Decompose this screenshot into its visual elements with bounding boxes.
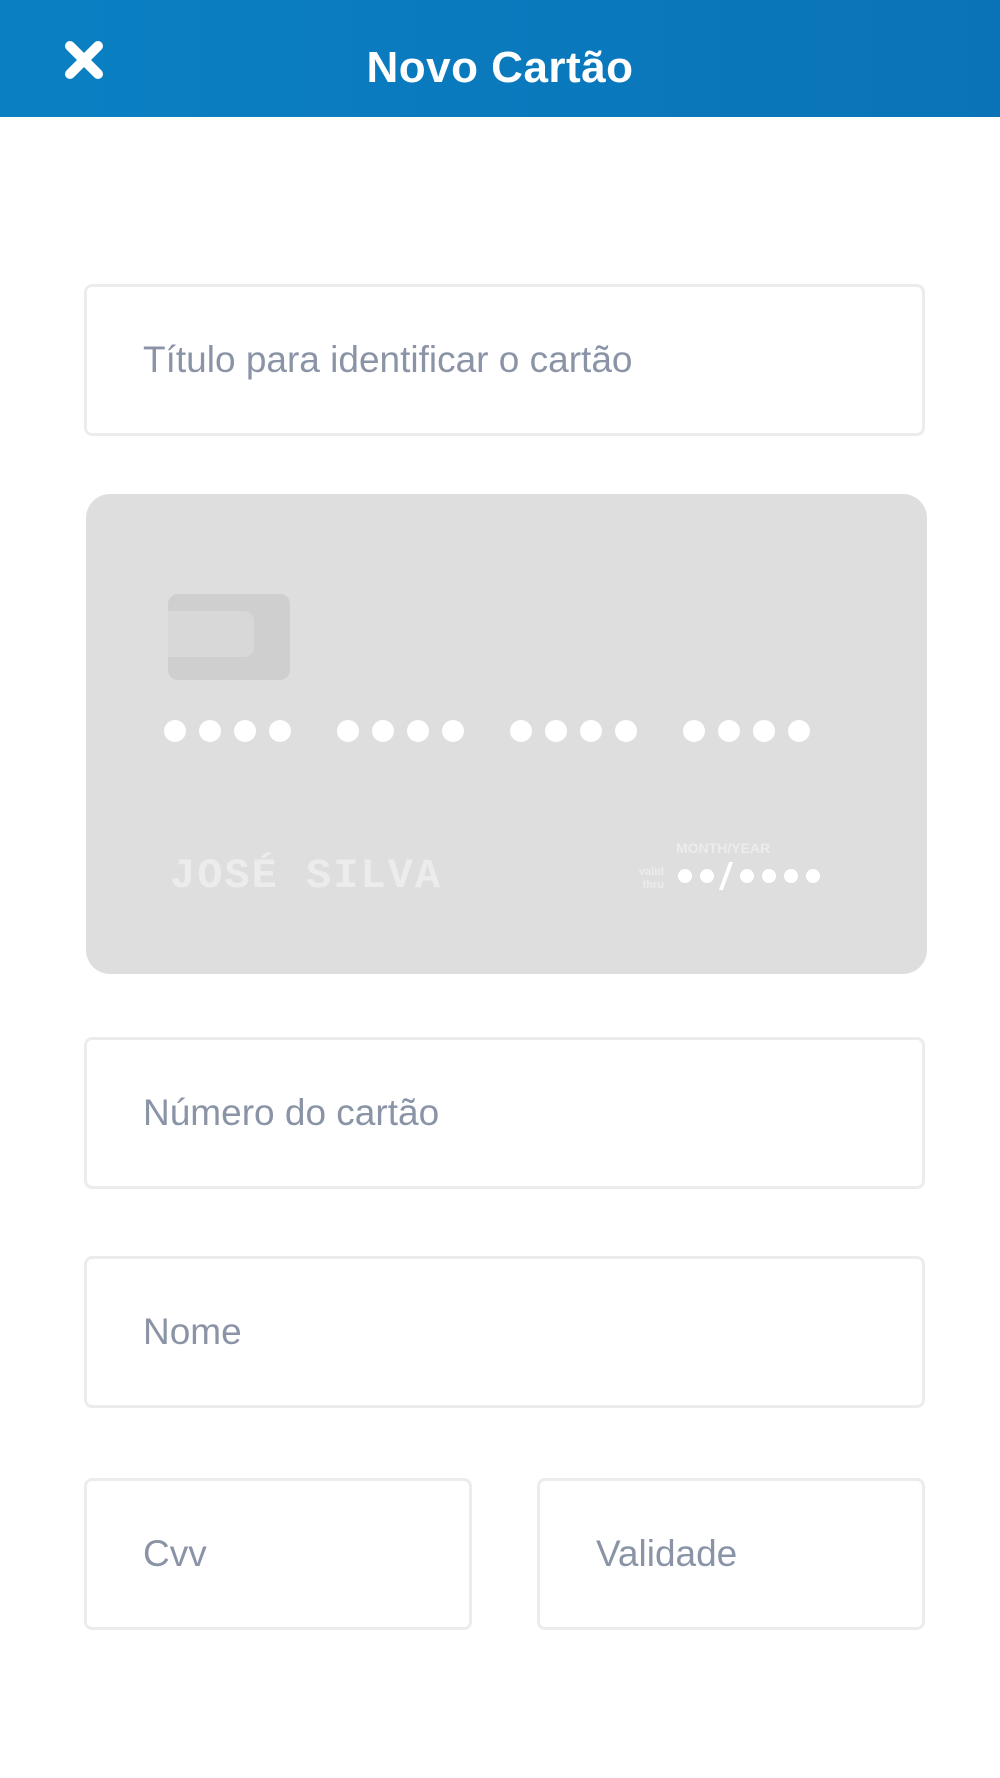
validity-input[interactable] bbox=[540, 1481, 922, 1627]
month-year-label: MONTH/YEAR bbox=[676, 840, 771, 856]
card-title-input[interactable] bbox=[87, 287, 922, 433]
name-field[interactable] bbox=[84, 1256, 925, 1408]
card-number-group bbox=[683, 720, 810, 742]
card-number-group bbox=[337, 720, 464, 742]
card-number-mask bbox=[164, 720, 810, 742]
card-number-input[interactable] bbox=[87, 1040, 922, 1186]
card-preview: JOSÉ SILVA MONTH/YEAR valid thru bbox=[86, 494, 927, 974]
cvv-input[interactable] bbox=[87, 1481, 469, 1627]
card-title-field[interactable] bbox=[84, 284, 925, 436]
chip-icon bbox=[168, 594, 290, 680]
valid-thru-label: valid thru bbox=[638, 866, 664, 891]
card-expiry-mask bbox=[678, 862, 828, 890]
card-number-field[interactable] bbox=[84, 1037, 925, 1189]
card-number-group bbox=[510, 720, 637, 742]
name-input[interactable] bbox=[87, 1259, 922, 1405]
card-holder-name: JOSÉ SILVA bbox=[170, 852, 443, 900]
validity-field[interactable] bbox=[537, 1478, 925, 1630]
app-header: Novo Cartão bbox=[0, 0, 1000, 117]
page-title: Novo Cartão bbox=[366, 43, 634, 92]
card-number-group bbox=[164, 720, 291, 742]
cvv-field[interactable] bbox=[84, 1478, 472, 1630]
